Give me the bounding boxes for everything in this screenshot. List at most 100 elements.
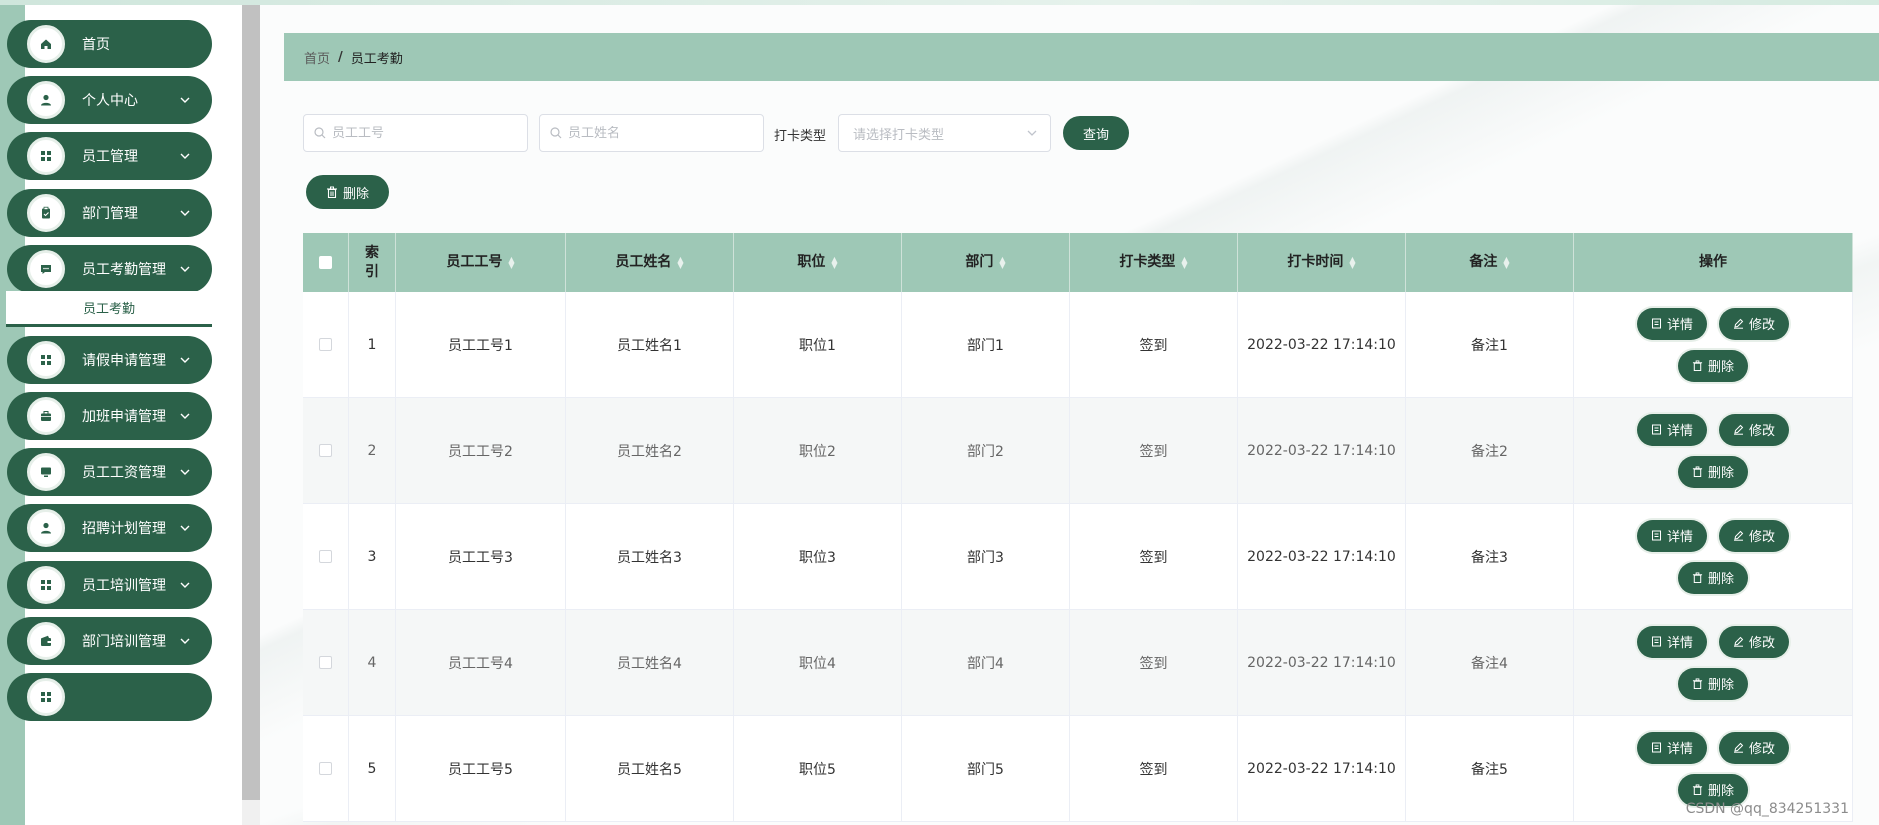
cell-text: 2022-03-22 17:14:10	[1247, 654, 1396, 671]
sidebar-item-10[interactable]: 员工培训管理	[7, 561, 212, 609]
sidebar-item-partial[interactable]	[7, 673, 212, 721]
home-icon	[27, 25, 65, 63]
cell-remark: 备注4	[1406, 610, 1574, 715]
column-header-6[interactable]: 打卡类型 ▲ ▼	[1070, 233, 1238, 292]
breadcrumb-home[interactable]: 首页	[304, 48, 330, 67]
sidebar-scrollbar[interactable]	[242, 5, 260, 825]
sort-icon[interactable]: ▲ ▼	[1181, 255, 1187, 269]
detail-button[interactable]: 详情	[1636, 625, 1707, 658]
sidebar-item-8[interactable]: 员工工资管理	[7, 448, 212, 496]
sort-icon[interactable]: ▲ ▼	[999, 255, 1005, 269]
delete-button[interactable]: 删除	[1677, 667, 1748, 700]
cell-department: 部门1	[902, 292, 1070, 397]
sidebar-item-6[interactable]: 请假申请管理	[7, 336, 212, 384]
column-header-1: 索引	[349, 233, 396, 292]
chevron-down-icon	[1027, 130, 1037, 136]
cell-punch-time: 2022-03-22 17:14:10	[1238, 504, 1406, 609]
column-header-2[interactable]: 员工工号 ▲ ▼	[396, 233, 566, 292]
edit-button[interactable]: 修改	[1719, 307, 1790, 340]
edit-button[interactable]: 修改	[1719, 519, 1790, 552]
chevron-down-icon	[180, 582, 190, 588]
sort-icon[interactable]: ▲ ▼	[677, 255, 683, 269]
bulk-delete-button[interactable]: 删除	[306, 175, 389, 209]
sidebar-item-9[interactable]: 招聘计划管理	[7, 504, 212, 552]
grid-icon	[27, 678, 65, 716]
column-header-7[interactable]: 打卡时间 ▲ ▼	[1238, 233, 1406, 292]
cell-text: 员工姓名2	[617, 443, 682, 460]
briefcase-icon	[27, 397, 65, 435]
submenu-item-attendance[interactable]: 员工考勤	[6, 291, 212, 327]
delete-button[interactable]: 删除	[1677, 561, 1748, 594]
cell-remark: 备注5	[1406, 716, 1574, 821]
main-content: 首页 / 员工考勤 打卡类型 请选择打卡类型 查询 删除 索引员工工号▲▼员工姓…	[260, 5, 1879, 825]
sidebar-item-11[interactable]: 部门培训管理	[7, 617, 212, 665]
cell-punch-time: 2022-03-22 17:14:10	[1238, 292, 1406, 397]
sidebar-item-3[interactable]: 员工管理	[7, 132, 212, 180]
edit-label: 修改	[1749, 530, 1776, 545]
cell-text: 部门3	[967, 549, 1004, 566]
row-checkbox[interactable]	[319, 550, 332, 563]
sidebar-item-7[interactable]: 加班申请管理	[7, 392, 212, 440]
grid-icon	[27, 137, 65, 175]
sidebar-scrollbar-thumb[interactable]	[242, 5, 260, 800]
column-header-5[interactable]: 部门 ▲ ▼	[902, 233, 1070, 292]
monitor-icon	[27, 453, 65, 491]
document-icon	[1651, 530, 1661, 541]
delete-button[interactable]: 删除	[1677, 455, 1748, 488]
cell-department: 部门3	[902, 504, 1070, 609]
column-header-label: 员工姓名	[615, 254, 672, 271]
cell-position: 职位2	[734, 398, 902, 503]
employee-no-search[interactable]	[303, 114, 528, 152]
cell-text: 员工姓名1	[617, 337, 682, 354]
cell-text: 签到	[1139, 337, 1168, 354]
delete-button[interactable]: 删除	[1677, 349, 1748, 382]
column-header-3[interactable]: 员工姓名 ▲ ▼	[566, 233, 734, 292]
detail-button[interactable]: 详情	[1636, 307, 1707, 340]
employee-name-input[interactable]	[568, 125, 728, 141]
sidebar-item-2[interactable]: 个人中心	[7, 76, 212, 124]
row-checkbox[interactable]	[319, 762, 332, 775]
select-all-checkbox[interactable]	[319, 256, 332, 269]
row-select-cell	[303, 504, 349, 609]
sort-icon[interactable]: ▲ ▼	[1349, 255, 1355, 269]
trash-icon	[1692, 678, 1703, 689]
cell-text: 职位4	[799, 655, 836, 672]
sort-icon[interactable]: ▲ ▼	[508, 255, 514, 269]
employee-no-input[interactable]	[332, 125, 492, 141]
row-select-cell	[303, 398, 349, 503]
sidebar-item-5[interactable]: 员工考勤管理	[7, 245, 212, 293]
cell-employee-no: 员工工号5	[396, 716, 566, 821]
chevron-down-icon	[180, 413, 190, 419]
row-checkbox[interactable]	[319, 338, 332, 351]
cell-department: 部门2	[902, 398, 1070, 503]
row-checkbox[interactable]	[319, 656, 332, 669]
sidebar-item-label: 招聘计划管理	[82, 521, 166, 537]
chat-icon	[27, 250, 65, 288]
search-icon	[314, 127, 326, 139]
detail-button[interactable]: 详情	[1636, 519, 1707, 552]
detail-label: 详情	[1666, 530, 1693, 545]
cell-punch-type: 签到	[1070, 398, 1238, 503]
detail-button[interactable]: 详情	[1636, 413, 1707, 446]
edit-button[interactable]: 修改	[1719, 625, 1790, 658]
sidebar-item-label: 员工管理	[82, 149, 138, 165]
attendance-table: 索引 员工工号 ▲ ▼ 员工姓名 ▲ ▼ 职位 ▲ ▼ 部门 ▲ ▼ 打卡类型 ▲ ▼ 打卡时间 ▲ ▼ 备注 ▲ ▼ 操作…	[303, 233, 1853, 822]
sidebar-item-1[interactable]: 首页	[7, 20, 212, 68]
sort-icon[interactable]: ▲ ▼	[831, 255, 837, 269]
cell-text: 4	[367, 654, 377, 671]
cell-text: 职位5	[799, 761, 836, 778]
query-button[interactable]: 查询	[1063, 116, 1129, 150]
column-header-8[interactable]: 备注 ▲ ▼	[1406, 233, 1574, 292]
breadcrumb: 首页 / 员工考勤	[284, 33, 1879, 81]
edit-button[interactable]: 修改	[1719, 413, 1790, 446]
sidebar-item-4[interactable]: 部门管理	[7, 189, 212, 237]
employee-name-search[interactable]	[539, 114, 764, 152]
column-header-4[interactable]: 职位 ▲ ▼	[734, 233, 902, 292]
edit-button[interactable]: 修改	[1719, 731, 1790, 764]
sort-icon[interactable]: ▲ ▼	[1503, 255, 1509, 269]
punch-type-select[interactable]: 请选择打卡类型	[838, 114, 1051, 152]
detail-button[interactable]: 详情	[1636, 731, 1707, 764]
row-checkbox[interactable]	[319, 444, 332, 457]
cell-employee-no: 员工工号2	[396, 398, 566, 503]
select-all-header	[303, 233, 349, 292]
